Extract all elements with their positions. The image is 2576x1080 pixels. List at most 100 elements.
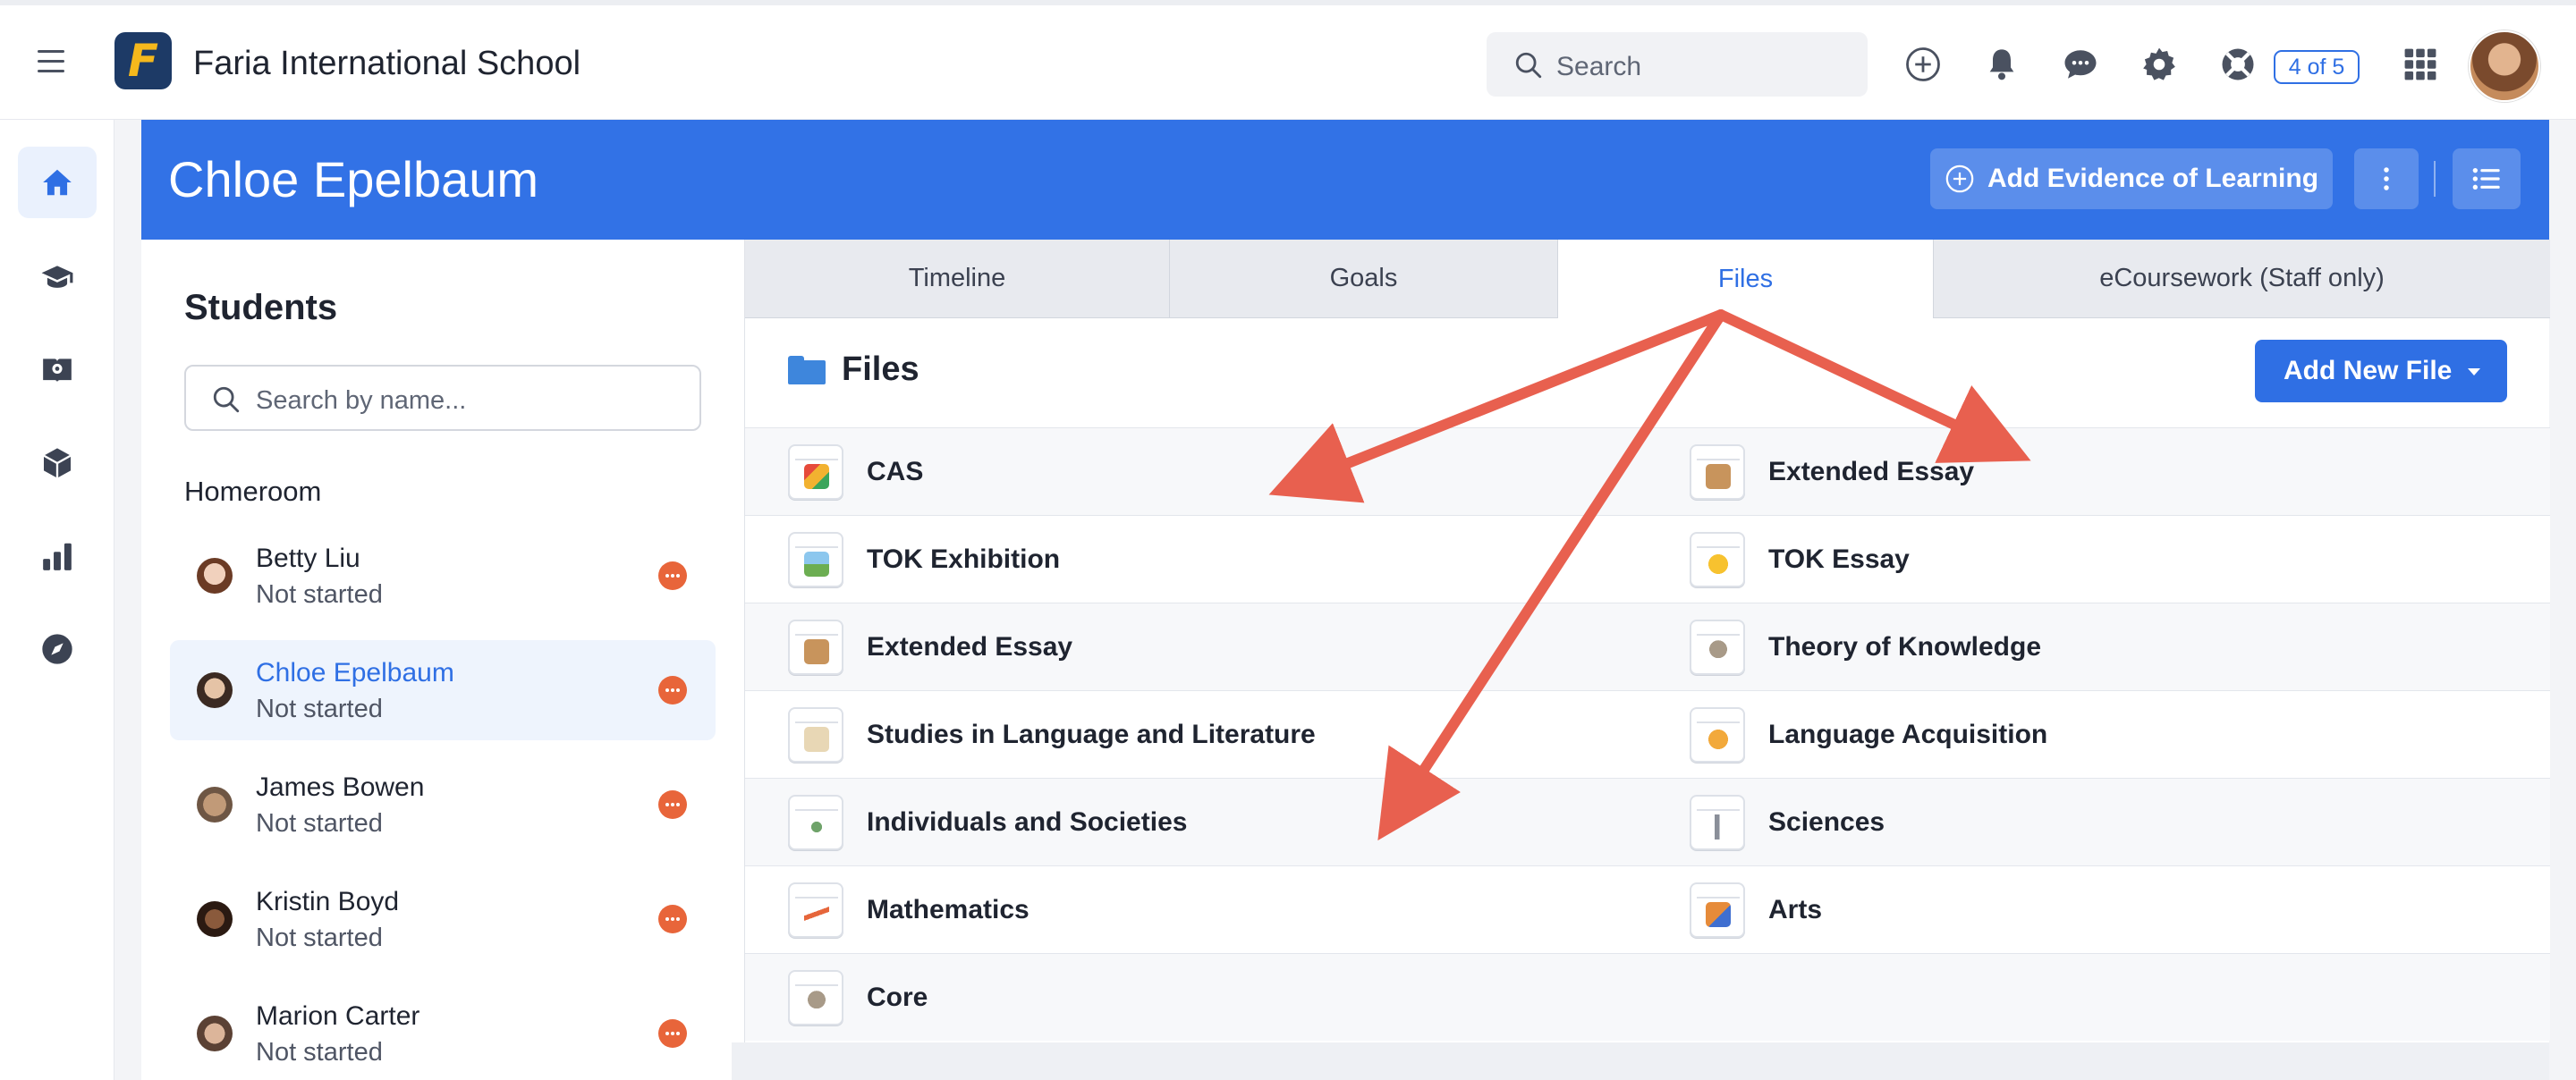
folder-item[interactable]: CAS — [788, 428, 923, 516]
folder-item[interactable]: TOK Exhibition — [788, 516, 1060, 603]
avatar — [197, 672, 233, 708]
page-background-pattern — [732, 1042, 2549, 1080]
folder-item[interactable]: Extended Essay — [788, 603, 1072, 691]
folder-item[interactable]: Mathematics — [788, 866, 1030, 954]
student-status: Not started — [256, 924, 383, 952]
folder-name: Extended Essay — [1768, 457, 1975, 486]
folder-row: TOK Exhibition TOK Essay — [745, 515, 2550, 603]
folder-item[interactable]: Studies in Language and Literature — [788, 691, 1316, 779]
student-name: James Bowen — [256, 772, 425, 802]
student-list-item[interactable]: Kristin Boyd Not started — [170, 869, 716, 969]
avatar — [197, 558, 233, 594]
folder-icon — [788, 355, 826, 384]
student-name: Betty Liu — [256, 544, 360, 573]
folder-item[interactable]: Sciences — [1690, 779, 1885, 866]
student-search-placeholder: Search by name... — [256, 386, 467, 415]
student-name: Marion Carter — [256, 1001, 420, 1031]
tab-files[interactable]: Files — [1558, 240, 1934, 318]
students-title: Students — [184, 288, 338, 327]
avatar — [197, 1016, 233, 1051]
folder-row: Studies in Language and Literature Langu… — [745, 690, 2550, 778]
folder-row: Core — [745, 953, 2550, 1041]
student-list-item[interactable]: Betty Liu Not started — [170, 526, 716, 626]
folder-lightbulb-icon — [1690, 532, 1745, 587]
gear-icon[interactable] — [2140, 45, 2179, 84]
global-search-input[interactable]: Search — [1487, 32, 1868, 97]
school-logo[interactable]: F — [114, 32, 172, 89]
add-evidence-button[interactable]: Add Evidence of Learning — [1930, 148, 2333, 209]
plus-circle-icon — [1945, 165, 1974, 193]
book-icon[interactable] — [18, 334, 97, 406]
folder-name: Extended Essay — [867, 632, 1073, 662]
graduation-cap-icon[interactable] — [18, 241, 97, 313]
folder-row: Mathematics Arts — [745, 865, 2550, 953]
apps-grid-icon[interactable] — [2401, 45, 2440, 84]
folder-name: Individuals and Societies — [867, 807, 1188, 837]
folder-item[interactable]: Language Acquisition — [1690, 691, 2047, 779]
add-evidence-label: Add Evidence of Learning — [1987, 164, 2319, 193]
folder-cas-icon — [788, 444, 843, 500]
folder-item[interactable]: Extended Essay — [1690, 428, 1974, 516]
caret-down-icon — [2468, 368, 2480, 375]
folder-microscope-icon — [1690, 795, 1745, 850]
folder-name: CAS — [867, 457, 924, 486]
student-search-input[interactable]: Search by name... — [184, 365, 701, 431]
compass-icon[interactable] — [18, 613, 97, 685]
folder-theatre-masks-icon — [1690, 882, 1745, 938]
folder-name: Sciences — [1768, 807, 1885, 837]
list-view-button[interactable] — [2453, 148, 2521, 209]
tab-ecoursework[interactable]: eCoursework (Staff only) — [1934, 240, 2550, 318]
list-icon — [2472, 168, 2500, 190]
folder-name: Language Acquisition — [1768, 720, 2048, 749]
school-name: Faria International School — [193, 45, 581, 82]
student-status: Not started — [256, 809, 383, 838]
plus-circle-icon[interactable] — [1903, 45, 1943, 84]
folder-name: Arts — [1768, 895, 1823, 924]
folder-picture-icon — [788, 532, 843, 587]
folder-row: CAS Extended Essay — [745, 427, 2550, 515]
top-bar: F Faria International School Search 4 of… — [0, 5, 2576, 120]
tab-bar: Timeline Goals Files eCoursework (Staff … — [745, 240, 2550, 318]
folder-item[interactable]: Individuals and Societies — [788, 779, 1187, 866]
folder-item[interactable]: Theory of Knowledge — [1690, 603, 2041, 691]
cube-icon[interactable] — [18, 427, 97, 499]
folder-name: Studies in Language and Literature — [867, 720, 1316, 749]
student-list-item[interactable]: James Bowen Not started — [170, 755, 716, 855]
status-dot-icon — [658, 790, 687, 819]
bell-icon[interactable] — [1982, 45, 2021, 84]
folder-row: Individuals and Societies Sciences — [745, 778, 2550, 865]
tab-timeline[interactable]: Timeline — [745, 240, 1170, 318]
add-new-file-button[interactable]: Add New File — [2255, 340, 2507, 402]
student-list-item[interactable]: Marion Carter Not started — [170, 983, 716, 1080]
folder-name: TOK Essay — [1768, 544, 1910, 574]
folder-book-icon — [788, 707, 843, 763]
folder-item[interactable]: TOK Essay — [1690, 516, 1910, 603]
more-options-button[interactable] — [2354, 148, 2419, 209]
folder-name: TOK Exhibition — [867, 544, 1061, 574]
user-avatar[interactable] — [2469, 30, 2540, 102]
folder-item[interactable]: Core — [788, 954, 928, 1042]
lifebuoy-icon[interactable] — [2218, 45, 2258, 84]
tab-goals[interactable]: Goals — [1170, 240, 1558, 318]
menu-icon[interactable] — [38, 50, 64, 73]
folder-item[interactable]: Arts — [1690, 866, 1822, 954]
chat-icon[interactable] — [2061, 45, 2100, 84]
folder-scroll-icon — [1690, 444, 1745, 500]
folder-globe-icon — [788, 795, 843, 850]
tasks-progress-badge[interactable]: 4 of 5 — [2274, 50, 2360, 84]
student-status: Not started — [256, 1038, 383, 1067]
left-nav-rail — [0, 120, 114, 1080]
avatar — [197, 901, 233, 937]
search-placeholder: Search — [1556, 52, 1642, 81]
home-icon[interactable] — [18, 147, 97, 218]
folder-row: Extended Essay Theory of Knowledge — [745, 603, 2550, 690]
student-name-title: Chloe Epelbaum — [168, 151, 539, 207]
folder-name: Theory of Knowledge — [1768, 632, 2042, 662]
search-icon — [1515, 52, 1542, 79]
bar-chart-icon[interactable] — [18, 520, 97, 592]
student-list-item[interactable]: Chloe Epelbaum Not started — [170, 640, 716, 740]
folder-scroll-icon — [788, 620, 843, 675]
folder-name: Core — [867, 983, 928, 1012]
student-name: Kristin Boyd — [256, 887, 400, 916]
files-title: Files — [842, 350, 919, 388]
